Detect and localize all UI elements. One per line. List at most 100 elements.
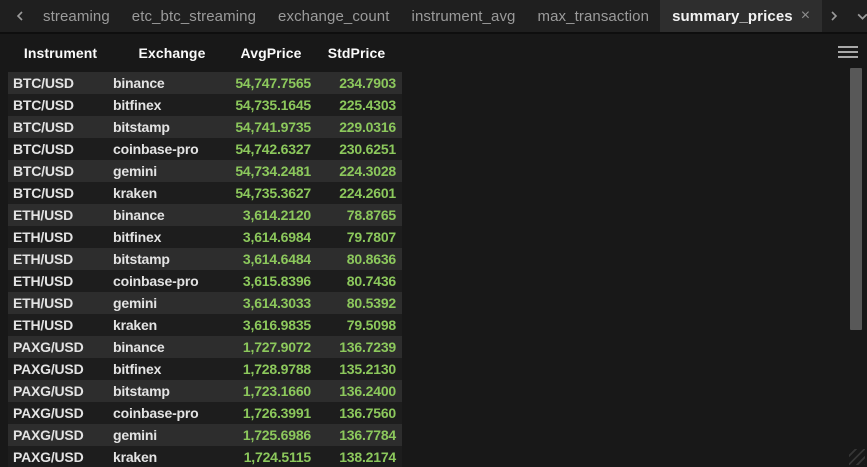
- exchange-cell: bitstamp: [113, 251, 231, 267]
- table-row[interactable]: ETH/USDkraken3,616.983579.5098: [8, 314, 402, 336]
- chevron-left-icon[interactable]: [8, 0, 32, 32]
- instrument-cell: BTC/USD: [8, 163, 113, 179]
- stdprice-cell: 79.7807: [311, 229, 402, 245]
- instrument-cell: ETH/USD: [8, 251, 113, 267]
- avgprice-cell: 3,614.3033: [231, 295, 311, 311]
- avgprice-cell: 54,742.6327: [231, 141, 311, 157]
- instrument-cell: BTC/USD: [8, 119, 113, 135]
- tab-label: streaming: [43, 8, 110, 25]
- exchange-cell: gemini: [113, 427, 231, 443]
- chevron-right-icon[interactable]: [822, 10, 846, 22]
- chevron-down-icon[interactable]: [850, 10, 867, 23]
- table-row[interactable]: ETH/USDcoinbase-pro3,615.839680.7436: [8, 270, 402, 292]
- avgprice-cell: 54,747.7565: [231, 75, 311, 91]
- stdprice-cell: 136.7560: [311, 405, 402, 421]
- exchange-cell: coinbase-pro: [113, 273, 231, 289]
- stdprice-cell: 234.7903: [311, 75, 402, 91]
- instrument-cell: BTC/USD: [8, 141, 113, 157]
- instrument-cell: PAXG/USD: [8, 361, 113, 377]
- column-header-avgprice[interactable]: AvgPrice: [231, 45, 311, 61]
- tab-instrument-avg[interactable]: instrument_avg: [401, 0, 527, 32]
- stdprice-cell: 136.7239: [311, 339, 402, 355]
- tab-label: max_transaction: [538, 8, 650, 25]
- stdprice-cell: 78.8765: [311, 207, 402, 223]
- exchange-cell: binance: [113, 75, 231, 91]
- tab-exchange-count[interactable]: exchange_count: [267, 0, 401, 32]
- table-row[interactable]: ETH/USDbitstamp3,614.648480.8636: [8, 248, 402, 270]
- avgprice-cell: 3,614.6984: [231, 229, 311, 245]
- tab-bar: streaming etc_btc_streaming exchange_cou…: [0, 0, 867, 34]
- table-row[interactable]: PAXG/USDbitstamp1,723.1660136.2400: [8, 380, 402, 402]
- stdprice-cell: 80.8636: [311, 251, 402, 267]
- tab-label: exchange_count: [278, 8, 390, 25]
- exchange-cell: kraken: [113, 449, 231, 465]
- stdprice-cell: 136.7784: [311, 427, 402, 443]
- resize-grip-icon[interactable]: [849, 449, 865, 465]
- exchange-cell: kraken: [113, 185, 231, 201]
- exchange-cell: bitstamp: [113, 119, 231, 135]
- instrument-cell: BTC/USD: [8, 97, 113, 113]
- tab-streaming[interactable]: streaming: [32, 0, 121, 32]
- stdprice-cell: 135.2130: [311, 361, 402, 377]
- avgprice-cell: 3,615.8396: [231, 273, 311, 289]
- exchange-cell: bitstamp: [113, 383, 231, 399]
- table-row[interactable]: ETH/USDbinance3,614.212078.8765: [8, 204, 402, 226]
- exchange-cell: gemini: [113, 295, 231, 311]
- app-window: streaming etc_btc_streaming exchange_cou…: [0, 0, 867, 467]
- table-row[interactable]: PAXG/USDbinance1,727.9072136.7239: [8, 336, 402, 358]
- table-row[interactable]: PAXG/USDbitfinex1,728.9788135.2130: [8, 358, 402, 380]
- table-row[interactable]: BTC/USDgemini54,734.2481224.3028: [8, 160, 402, 182]
- avgprice-cell: 3,614.2120: [231, 207, 311, 223]
- instrument-cell: BTC/USD: [8, 185, 113, 201]
- instrument-cell: ETH/USD: [8, 273, 113, 289]
- stdprice-cell: 136.2400: [311, 383, 402, 399]
- exchange-cell: binance: [113, 339, 231, 355]
- table-row[interactable]: PAXG/USDkraken1,724.5115138.2174: [8, 446, 402, 467]
- exchange-cell: coinbase-pro: [113, 405, 231, 421]
- table-row[interactable]: BTC/USDbitfinex54,735.1645225.4303: [8, 94, 402, 116]
- instrument-cell: BTC/USD: [8, 75, 113, 91]
- stdprice-cell: 224.3028: [311, 163, 402, 179]
- avgprice-cell: 3,614.6484: [231, 251, 311, 267]
- avgprice-cell: 3,616.9835: [231, 317, 311, 333]
- table-row[interactable]: BTC/USDcoinbase-pro54,742.6327230.6251: [8, 138, 402, 160]
- avgprice-cell: 1,723.1660: [231, 383, 311, 399]
- instrument-cell: PAXG/USD: [8, 449, 113, 465]
- tab-label: instrument_avg: [412, 8, 516, 25]
- table-row[interactable]: BTC/USDbinance54,747.7565234.7903: [8, 72, 402, 94]
- exchange-cell: coinbase-pro: [113, 141, 231, 157]
- exchange-cell: binance: [113, 207, 231, 223]
- avgprice-cell: 1,725.6986: [231, 427, 311, 443]
- column-header-exchange[interactable]: Exchange: [113, 45, 231, 61]
- table-row[interactable]: PAXG/USDgemini1,725.6986136.7784: [8, 424, 402, 446]
- table-row[interactable]: PAXG/USDcoinbase-pro1,726.3991136.7560: [8, 402, 402, 424]
- tab-actions: [822, 0, 867, 32]
- stdprice-cell: 80.7436: [311, 273, 402, 289]
- table-row[interactable]: BTC/USDkraken54,735.3627224.2601: [8, 182, 402, 204]
- stdprice-cell: 138.2174: [311, 449, 402, 465]
- instrument-cell: PAXG/USD: [8, 427, 113, 443]
- stdprice-cell: 79.5098: [311, 317, 402, 333]
- table-row[interactable]: ETH/USDbitfinex3,614.698479.7807: [8, 226, 402, 248]
- table-row[interactable]: ETH/USDgemini3,614.303380.5392: [8, 292, 402, 314]
- column-header-stdprice[interactable]: StdPrice: [311, 45, 402, 61]
- table-row[interactable]: BTC/USDbitstamp54,741.9735229.0316: [8, 116, 402, 138]
- stdprice-cell: 229.0316: [311, 119, 402, 135]
- avgprice-cell: 1,728.9788: [231, 361, 311, 377]
- instrument-cell: ETH/USD: [8, 229, 113, 245]
- tab-etc-btc-streaming[interactable]: etc_btc_streaming: [121, 0, 267, 32]
- instrument-cell: PAXG/USD: [8, 383, 113, 399]
- table-header: Instrument Exchange AvgPrice StdPrice: [8, 34, 402, 72]
- stdprice-cell: 224.2601: [311, 185, 402, 201]
- avgprice-cell: 54,735.1645: [231, 97, 311, 113]
- close-icon[interactable]: ×: [801, 8, 810, 24]
- scrollbar-thumb[interactable]: [850, 68, 862, 330]
- avgprice-cell: 1,726.3991: [231, 405, 311, 421]
- stdprice-cell: 80.5392: [311, 295, 402, 311]
- exchange-cell: bitfinex: [113, 97, 231, 113]
- column-header-instrument[interactable]: Instrument: [8, 45, 113, 61]
- tab-summary-prices[interactable]: summary_prices ×: [660, 0, 822, 32]
- tab-max-transaction[interactable]: max_transaction: [527, 0, 661, 32]
- vertical-scrollbar[interactable]: [850, 34, 862, 467]
- instrument-cell: PAXG/USD: [8, 405, 113, 421]
